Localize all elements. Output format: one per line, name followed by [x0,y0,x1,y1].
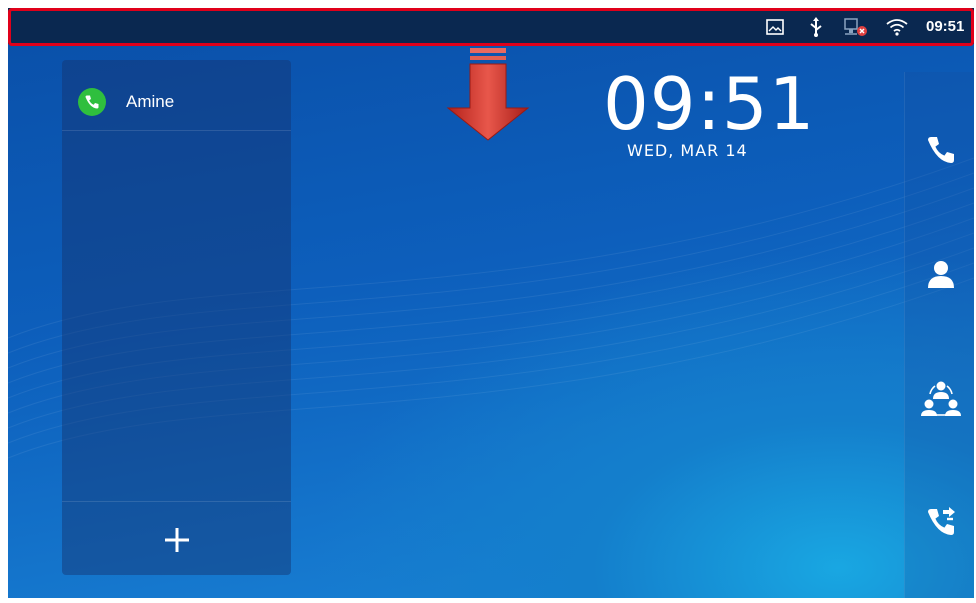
phone-button[interactable] [919,128,963,172]
phone-status-icon [78,88,106,116]
home-screen: 09:51 Amine 09:51 WED, MAR 14 [8,8,974,598]
conference-button[interactable] [919,376,963,420]
home-clock-time: 09:51 [603,62,816,146]
phone-icon [928,137,954,163]
home-clock-date: WED, MAR 14 [627,141,748,160]
call-forward-icon [928,507,955,535]
contacts-button[interactable] [919,252,963,296]
account-name: Amine [126,92,175,111]
panel-divider [62,501,291,502]
swipe-down-arrow [446,48,530,141]
account-row[interactable]: Amine [62,60,291,131]
conference-icon [921,381,961,416]
add-account-button[interactable] [147,516,207,564]
right-sidebar [904,72,974,598]
plus-icon [165,528,189,552]
call-forward-button[interactable] [919,500,963,544]
status-bar-highlight [8,8,974,46]
accounts-panel: Amine [62,60,291,575]
contacts-icon [928,261,954,288]
